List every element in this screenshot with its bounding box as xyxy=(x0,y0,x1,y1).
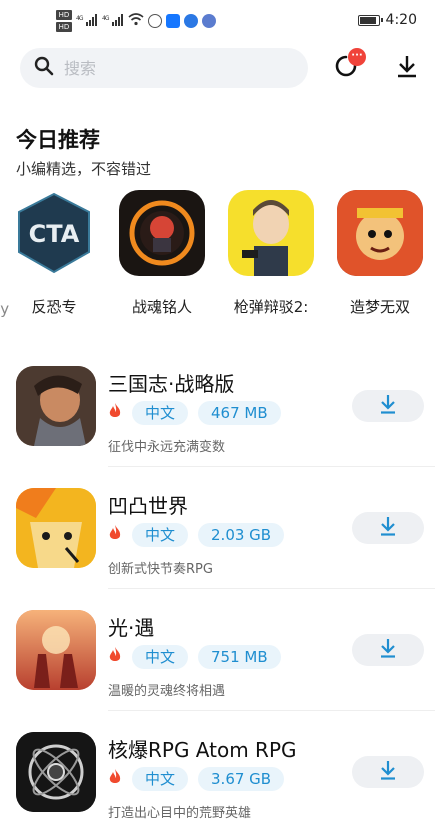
flame-icon xyxy=(108,525,122,545)
game-icon-danganronpa xyxy=(228,190,314,276)
app-description: 征伐中永远充满变数 xyxy=(108,440,226,455)
download-button[interactable] xyxy=(352,756,424,788)
recommend-carousel[interactable]: cy CTA 反恐专 战魂铭人 枪弹辩驳2: 造梦无双 xyxy=(0,190,435,330)
hd-icon: HD HD xyxy=(56,10,72,32)
recommend-label: 反恐专 xyxy=(31,298,77,316)
download-icon xyxy=(379,394,397,418)
game-icon-soul-knight xyxy=(119,190,205,276)
app-icon xyxy=(16,488,96,568)
recommend-label: 战魂铭人 xyxy=(131,298,192,316)
download-icon xyxy=(379,638,397,662)
size-tag: 2.03 GB xyxy=(198,523,285,547)
signal-icon-2: 4G xyxy=(102,13,124,29)
app-name: 光·遇 xyxy=(108,616,155,640)
list-item[interactable]: 光·遇 中文 751 MB 温暖的灵魂终将相遇 xyxy=(0,610,435,732)
battery-icon xyxy=(357,14,383,26)
search-icon xyxy=(34,56,54,80)
recommend-label: 造梦无双 xyxy=(349,298,410,316)
size-tag: 3.67 GB xyxy=(198,767,285,791)
app-meta: 中文 751 MB xyxy=(108,645,281,669)
size-tag: 467 MB xyxy=(198,401,281,425)
app-notification-icon xyxy=(184,14,198,28)
flame-icon xyxy=(108,647,122,667)
game-icon-dream-warriors xyxy=(337,190,423,276)
app-icon xyxy=(16,610,96,690)
app-name: 三国志·战略版 xyxy=(108,372,235,396)
language-tag: 中文 xyxy=(132,645,189,669)
recommend-item[interactable]: CTA 反恐专 xyxy=(8,190,100,317)
divider xyxy=(108,588,435,589)
signal-icon: 4G xyxy=(76,13,98,29)
list-item[interactable]: 凹凸世界 中文 2.03 GB 创新式快节奏RPG xyxy=(0,488,435,610)
music-notification-icon xyxy=(202,14,216,28)
app-description: 温暖的灵魂终将相遇 xyxy=(108,684,226,699)
app-description: 创新式快节奏RPG xyxy=(108,562,213,577)
download-button[interactable] xyxy=(352,634,424,666)
app-icon xyxy=(16,732,96,812)
refresh-button[interactable]: ··· xyxy=(328,48,366,86)
recommend-title: 今日推荐 xyxy=(16,128,100,152)
download-button[interactable] xyxy=(352,512,424,544)
app-name: 核爆RPG Atom RPG xyxy=(108,738,297,762)
language-tag: 中文 xyxy=(132,767,189,791)
app-meta: 中文 467 MB xyxy=(108,401,281,425)
svg-text:4G: 4G xyxy=(76,15,84,22)
download-icon xyxy=(379,760,397,784)
alipay-icon xyxy=(166,14,180,28)
download-button[interactable] xyxy=(352,390,424,422)
download-manager-button[interactable] xyxy=(389,50,425,86)
wifi-icon xyxy=(128,13,144,29)
language-tag: 中文 xyxy=(132,523,189,547)
status-right: 4:20 xyxy=(357,12,417,28)
notification-app-icon xyxy=(148,14,162,28)
recommend-item[interactable]: 枪弹辩驳2: xyxy=(225,190,317,317)
svg-text:CTA: CTA xyxy=(29,220,80,248)
flame-icon xyxy=(108,769,122,789)
app-description: 打造出心目中的荒野英雄 xyxy=(108,806,252,821)
download-icon xyxy=(379,516,397,540)
recommend-item[interactable]: 战魂铭人 xyxy=(116,190,208,317)
status-bar: HD HD 4G 4G 4:20 xyxy=(0,0,435,40)
app-icon xyxy=(16,366,96,446)
search-bar[interactable] xyxy=(20,48,308,88)
list-item[interactable]: 核爆RPG Atom RPG 中文 3.67 GB 打造出心目中的荒野英雄 xyxy=(0,732,435,821)
recommend-item[interactable]: 造梦无双 xyxy=(334,190,426,317)
download-icon xyxy=(396,54,418,82)
app-name: 凹凸世界 xyxy=(108,494,188,518)
language-tag: 中文 xyxy=(132,401,189,425)
divider xyxy=(108,710,435,711)
list-item[interactable]: 三国志·战略版 中文 467 MB 征伐中永远充满变数 xyxy=(0,366,435,488)
game-icon-cta: CTA xyxy=(11,190,97,276)
status-time: 4:20 xyxy=(385,12,417,28)
status-icons: HD HD 4G 4G xyxy=(56,10,216,32)
search-input[interactable] xyxy=(64,58,284,78)
divider xyxy=(108,466,435,467)
app-meta: 中文 2.03 GB xyxy=(108,523,285,547)
notification-badge: ··· xyxy=(348,48,366,66)
size-tag: 751 MB xyxy=(198,645,281,669)
app-meta: 中文 3.67 GB xyxy=(108,767,285,791)
recommend-label: 枪弹辩驳2: xyxy=(233,298,309,316)
svg-text:4G: 4G xyxy=(102,15,110,22)
flame-icon xyxy=(108,403,122,423)
recommend-subtitle: 小编精选，不容错过 xyxy=(16,160,152,178)
